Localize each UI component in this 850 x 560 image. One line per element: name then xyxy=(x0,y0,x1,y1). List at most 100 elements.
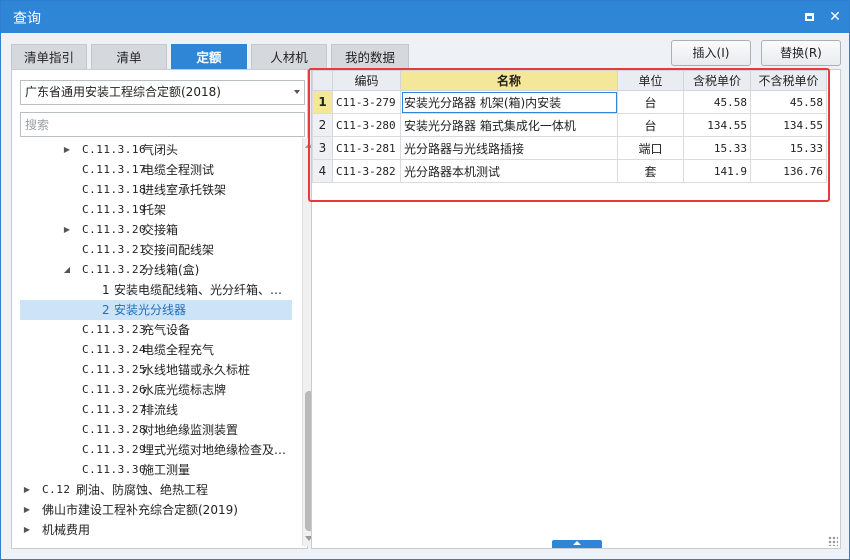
tree-node-label: 佛山市建设工程补充综合定额(2019) xyxy=(42,503,238,517)
tree-node-label: 水线地锚或永久标桩 xyxy=(142,363,251,377)
tree-node-label: 机械费用 xyxy=(42,523,91,537)
cell-price-notax[interactable]: 15.33 xyxy=(750,136,827,160)
cell-unit[interactable]: 套 xyxy=(617,159,684,183)
tree-node-label: 安装电缆配线箱、光分纤箱、… xyxy=(114,283,283,297)
tree-node-selected[interactable]: 2 安装光分线器 xyxy=(20,300,292,320)
tree-node[interactable]: ▶ 佛山市建设工程补充综合定额(2019) xyxy=(20,500,292,520)
cell-name[interactable]: 安装光分路器 箱式集成化一体机 xyxy=(400,113,618,137)
header-price-tax[interactable]: 含税单价 xyxy=(683,70,751,91)
row-index: 1 xyxy=(312,90,333,114)
tree-node[interactable]: C.11.3.17 电缆全程测试 xyxy=(20,160,292,180)
tree-node-label: 交接间配线架 xyxy=(142,243,215,257)
tree-node-label: 充气设备 xyxy=(142,323,191,337)
header-unit[interactable]: 单位 xyxy=(617,70,684,91)
resize-grip-icon[interactable] xyxy=(828,536,838,546)
tree-node[interactable]: C.11.3.19 托架 xyxy=(20,200,292,220)
maximize-icon[interactable] xyxy=(801,9,817,25)
table-row[interactable]: 2 C11-3-280 安装光分路器 箱式集成化一体机 台 134.55 134… xyxy=(312,113,827,137)
expand-arrow-icon[interactable]: ▶ xyxy=(22,520,32,540)
expand-arrow-icon[interactable]: ▶ xyxy=(62,220,72,240)
header-code[interactable]: 编码 xyxy=(332,70,401,91)
tree-node[interactable]: C.11.3.23 充气设备 xyxy=(20,320,292,340)
cell-price-notax[interactable]: 136.76 xyxy=(750,159,827,183)
tree-node[interactable]: C.11.3.25 水线地锚或永久标桩 xyxy=(20,360,292,380)
tree-node[interactable]: C.11.3.28 对地绝缘监测装置 xyxy=(20,420,292,440)
tree-node[interactable]: C.11.3.26 水底光缆标志牌 xyxy=(20,380,292,400)
cell-name[interactable]: 光分路器本机测试 xyxy=(400,159,618,183)
row-index: 3 xyxy=(312,136,333,160)
header-price-notax[interactable]: 不含税单价 xyxy=(750,70,827,91)
tab-quota[interactable]: 定额 xyxy=(171,44,247,70)
tree-node[interactable]: ▶ 机械费用 xyxy=(20,520,292,540)
tree-node-label: 埋式光缆对地绝缘检查及… xyxy=(142,443,287,457)
cell-unit[interactable]: 台 xyxy=(617,90,684,114)
title-bar[interactable]: 查询 ✕ xyxy=(1,1,849,33)
cell-price-notax[interactable]: 45.58 xyxy=(750,90,827,114)
tree-node[interactable]: C.11.3.24 电缆全程充气 xyxy=(20,340,292,360)
table-row[interactable]: 1 C11-3-279 安装光分路器 机架(箱)内安装 台 45.58 45.5… xyxy=(312,90,827,114)
tree-node-code: 2 xyxy=(102,303,110,317)
cell-name[interactable]: 安装光分路器 机架(箱)内安装 xyxy=(400,90,618,114)
header-name[interactable]: 名称 xyxy=(400,70,618,91)
tree-node[interactable]: C.11.3.29 埋式光缆对地绝缘检查及… xyxy=(20,440,292,460)
tree-node[interactable]: 1 安装电缆配线箱、光分纤箱、… xyxy=(20,280,292,300)
search-input[interactable] xyxy=(20,112,305,137)
tree-node-code: C.11.3.29 xyxy=(82,443,147,456)
close-icon[interactable]: ✕ xyxy=(827,9,843,25)
tree-node-label: 交接箱 xyxy=(142,223,179,237)
cell-code[interactable]: C11-3-281 xyxy=(332,136,401,160)
tree-node-label: 水底光缆标志牌 xyxy=(142,383,227,397)
cell-code[interactable]: C11-3-282 xyxy=(332,159,401,183)
tree-node[interactable]: ▶ C.11.3.20 交接箱 xyxy=(20,220,292,240)
expand-arrow-icon[interactable]: ▶ xyxy=(22,480,32,500)
query-dialog: 查询 ✕ 清单指引 清单 定额 人材机 我的数据 插入(I) 替换(R) 广东省… xyxy=(0,0,850,560)
cell-code[interactable]: C11-3-280 xyxy=(332,113,401,137)
quota-db-select[interactable]: 广东省通用安装工程综合定额(2018) xyxy=(20,80,305,105)
cell-price-tax[interactable]: 45.58 xyxy=(683,90,751,114)
tree-node[interactable]: C.11.3.27 排流线 xyxy=(20,400,292,420)
expand-arrow-icon[interactable]: ▶ xyxy=(62,140,72,160)
tab-labor-material-machine[interactable]: 人材机 xyxy=(251,44,327,70)
tab-list[interactable]: 清单 xyxy=(91,44,167,70)
tree-node[interactable]: C.11.3.30 施工测量 xyxy=(20,460,292,480)
tree-node[interactable]: ▶ C.11.3.16 气闭头 xyxy=(20,140,292,160)
tree-node-code: C.11.3.26 xyxy=(82,383,147,396)
tree-node-code: C.11.3.23 xyxy=(82,323,147,336)
cell-name[interactable]: 光分路器与光线路插接 xyxy=(400,136,618,160)
cell-price-tax[interactable]: 15.33 xyxy=(683,136,751,160)
tree-node[interactable]: ▶ C.12 刷油、防腐蚀、绝热工程 xyxy=(20,480,292,500)
quota-tree: ▶ C.11.3.16 气闭头 C.11.3.17 电缆全程测试 C.11.3.… xyxy=(20,140,292,548)
tree-node-code: C.11.3.16 xyxy=(82,143,147,156)
panel-expand-handle[interactable] xyxy=(552,540,602,548)
cell-code[interactable]: C11-3-279 xyxy=(332,90,401,114)
collapse-arrow-icon[interactable]: ◢ xyxy=(62,260,72,280)
table-row[interactable]: 4 C11-3-282 光分路器本机测试 套 141.9 136.76 xyxy=(312,159,827,183)
tree-node-code: C.11.3.21 xyxy=(82,243,147,256)
tree-node-label: 电缆全程测试 xyxy=(142,163,215,177)
tree-node-label: 安装光分线器 xyxy=(114,303,187,317)
chevron-up-icon[interactable] xyxy=(573,541,581,545)
tree-node-label: 对地绝缘监测装置 xyxy=(142,423,239,437)
cell-unit[interactable]: 端口 xyxy=(617,136,684,160)
tab-my-data[interactable]: 我的数据 xyxy=(331,44,409,70)
cell-price-tax[interactable]: 134.55 xyxy=(683,113,751,137)
tree-node-code: C.11.3.30 xyxy=(82,463,147,476)
tree-node-code: C.11.3.18 xyxy=(82,183,147,196)
tree-node[interactable]: C.11.3.21 交接间配线架 xyxy=(20,240,292,260)
insert-button[interactable]: 插入(I) xyxy=(671,40,751,66)
cell-price-tax[interactable]: 141.9 xyxy=(683,159,751,183)
row-index: 2 xyxy=(312,113,333,137)
tree-node-code: 1 xyxy=(102,283,110,297)
table-row[interactable]: 3 C11-3-281 光分路器与光线路插接 端口 15.33 15.33 xyxy=(312,136,827,160)
tree-node[interactable]: C.11.3.18 进线室承托铁架 xyxy=(20,180,292,200)
cell-unit[interactable]: 台 xyxy=(617,113,684,137)
tree-node-label: 施工测量 xyxy=(142,463,191,477)
replace-button[interactable]: 替换(R) xyxy=(761,40,841,66)
tab-list-guide[interactable]: 清单指引 xyxy=(11,44,87,70)
cell-price-notax[interactable]: 134.55 xyxy=(750,113,827,137)
tree-node-code: C.11.3.27 xyxy=(82,403,147,416)
chevron-down-icon[interactable] xyxy=(294,90,300,94)
expand-arrow-icon[interactable]: ▶ xyxy=(22,500,32,520)
tree-node-code: C.11.3.20 xyxy=(82,223,147,236)
tree-node[interactable]: ◢ C.11.3.22 分线箱(盒) xyxy=(20,260,292,280)
